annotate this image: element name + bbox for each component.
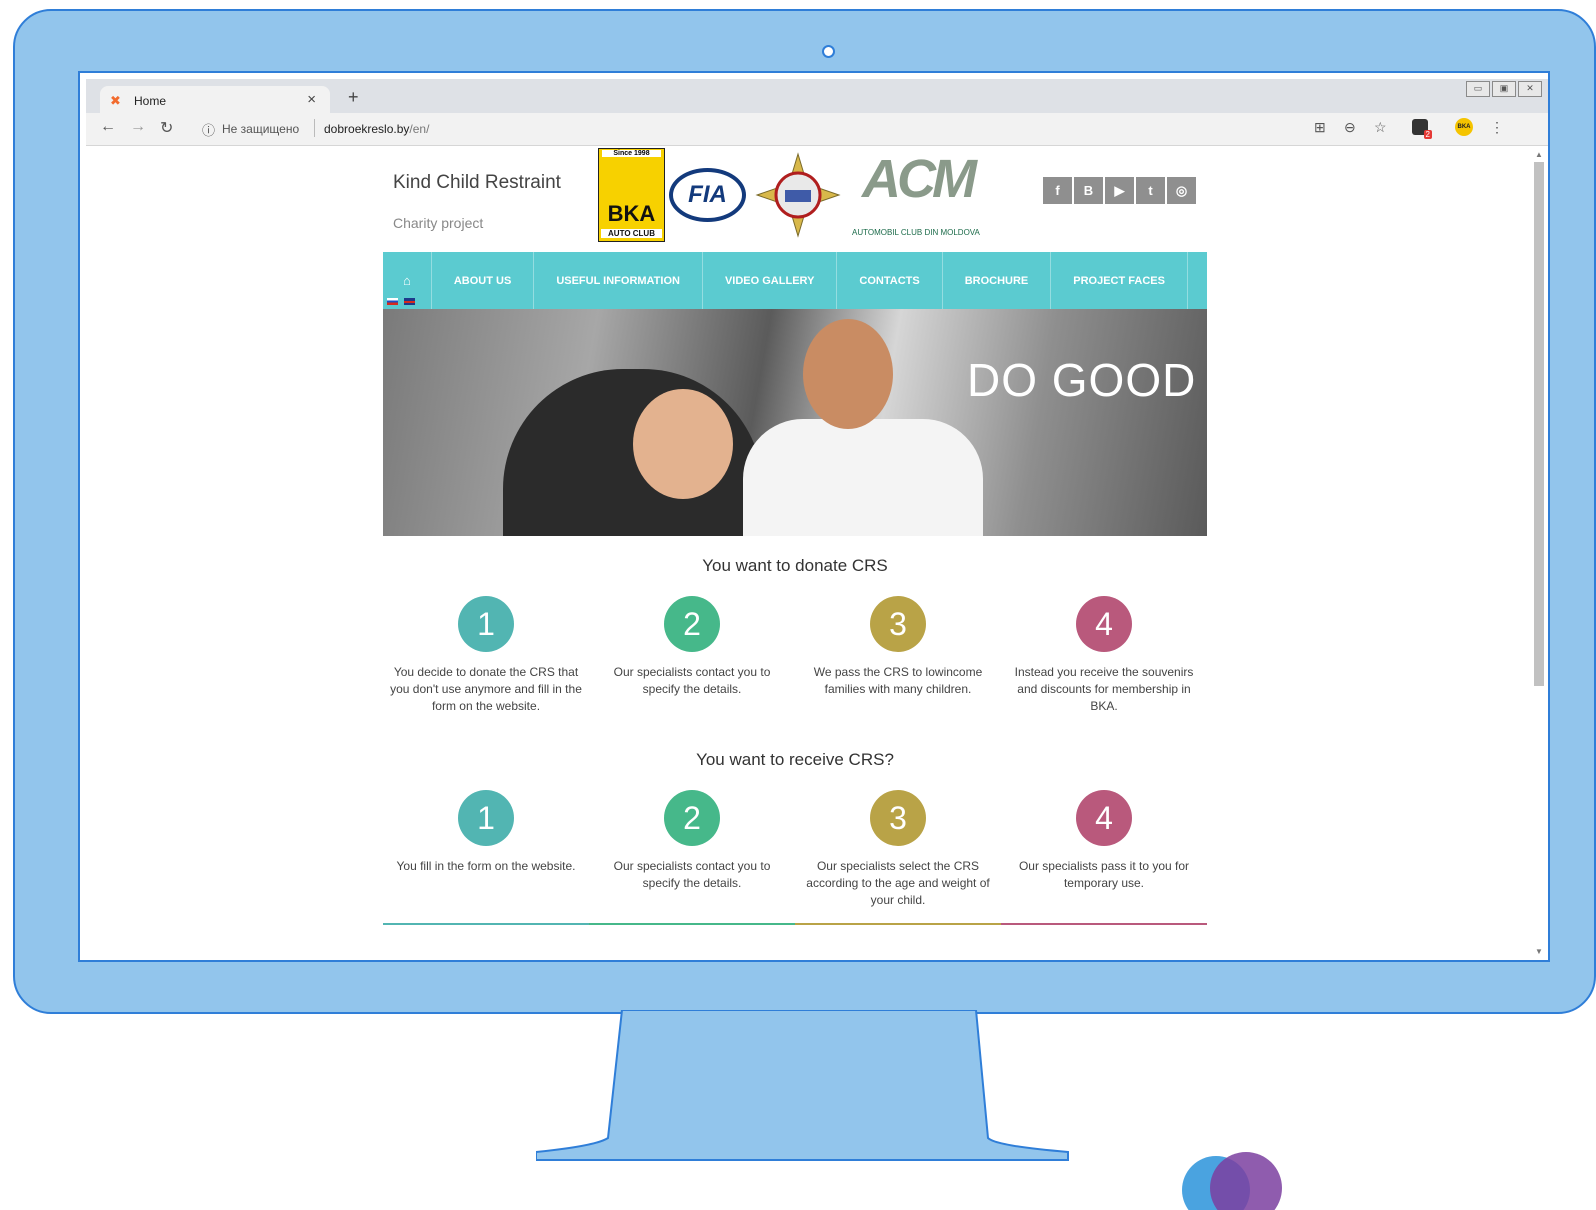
step-text: You fill in the form on the website. [396,859,576,873]
menu-brochure[interactable]: BROCHURE [943,252,1052,309]
hero-mother [803,319,893,429]
step-number: 1 [458,790,514,846]
donate-step: 2 Our specialists contact you to specify… [589,596,795,698]
step-number: 4 [1076,596,1132,652]
step-text: Our specialists contact you to specify t… [613,859,771,890]
step-number: 2 [664,596,720,652]
translate-icon[interactable]: ⊞ [1314,119,1326,136]
menu-kebab-icon[interactable]: ⋮ [1490,119,1504,136]
hero-child [633,389,733,499]
main-menu: ⌂ ABOUT US USEFUL INFORMATION VIDEO GALL… [383,252,1207,309]
tab-home[interactable]: ✖ Home × [100,86,330,113]
minimize-icon[interactable]: ▭ [1466,81,1490,97]
donate-title: You want to donate CRS [702,556,888,575]
url-text[interactable]: dobroekreslo.by/en/ [324,122,429,136]
tab-strip: ✖ Home × + ▭ ▣ ✕ [86,79,1548,113]
browser-window: ✖ Home × + ▭ ▣ ✕ ← → ↻ ⓘ Не защищено dob… [78,71,1550,962]
scroll-down-icon[interactable]: ▼ [1535,947,1543,956]
colored-divider [383,923,1207,925]
decorative-logo-icon [1182,1152,1282,1210]
site-tagline: Charity project [393,215,484,231]
menu-project-faces[interactable]: PROJECT FACES [1051,252,1188,309]
scrollbar-thumb[interactable] [1534,162,1544,686]
window-controls: ▭ ▣ ✕ [1466,81,1542,97]
webcam-dot [822,45,835,58]
site-brand[interactable]: Kind Child Restraint [393,172,561,194]
bka-sub: AUTO CLUB [601,229,662,238]
info-icon[interactable]: ⓘ [202,120,215,139]
step-number: 1 [458,596,514,652]
url-path: /en/ [409,122,430,136]
flag-uk-icon[interactable] [404,298,415,305]
language-flags [387,298,415,305]
menu-contacts[interactable]: CONTACTS [837,252,943,309]
bka-name: BKA [607,201,656,226]
receive-step: 3 Our specialists select the CRS accordi… [795,790,1001,909]
extension-icon[interactable]: 2 [1412,119,1432,139]
close-window-icon[interactable]: ✕ [1518,81,1542,97]
receive-title: You want to receive CRS? [696,750,894,769]
receive-step: 1 You fill in the form on the website. [383,790,589,875]
flag-ru-icon[interactable] [387,298,398,305]
step-text: Our specialists select the CRS according… [806,859,990,907]
vk-icon[interactable]: B [1074,177,1103,204]
reload-icon[interactable]: ↻ [160,118,173,138]
step-number: 4 [1076,790,1132,846]
menu-video-gallery[interactable]: VIDEO GALLERY [703,252,838,309]
youtube-icon[interactable]: ▶ [1105,177,1134,204]
url-domain: dobroekreslo.by [324,122,410,136]
step-text: Our specialists pass it to you for tempo… [1018,859,1190,890]
security-label: Не защищено [222,122,300,136]
emblem-logo-icon[interactable] [755,152,841,238]
social-links: f B ▶ t ◎ [1043,177,1196,204]
bka-since: Since 1998 [602,150,661,157]
extension-badge-count: 2 [1423,130,1432,139]
menu-useful-information[interactable]: USEFUL INFORMATION [534,252,703,309]
website: Kind Child Restraint Charity project Sin… [383,146,1207,960]
instagram-icon[interactable]: ◎ [1167,177,1196,204]
bookmark-star-icon[interactable]: ☆ [1374,119,1387,136]
hero-banner: DO GOOD [383,309,1207,536]
facebook-icon[interactable]: f [1043,177,1072,204]
fia-logo[interactable]: FIA [669,168,746,222]
address-separator [314,119,315,137]
step-text: Instead you receive the souvenirs and di… [1014,665,1194,713]
twitter-icon[interactable]: t [1136,177,1165,204]
bka-logo[interactable]: Since 1998 BKA AUTO CLUB [598,148,665,242]
bka-extension-icon[interactable]: BKA [1455,118,1473,136]
receive-step: 2 Our specialists contact you to specify… [589,790,795,892]
hero-mother-shirt [743,419,983,536]
hero-headline: DO GOOD [967,354,1197,406]
scroll-up-icon[interactable]: ▲ [1535,150,1543,159]
tab-title: Home [134,94,167,108]
browser-toolbar: ← → ↻ ⓘ Не защищено dobroekreslo.by/en/ … [86,113,1548,146]
acm-logo[interactable]: ACM AUTOMOBIL CLUB DIN MOLDOVA [852,148,980,242]
forward-icon[interactable]: → [130,118,146,136]
monitor-stand [536,1010,1069,1161]
partner-logos: Since 1998 BKA AUTO CLUB FIA ACM AUTOMOB… [598,148,980,244]
step-text: You decide to donate the CRS that you do… [390,665,582,713]
joomla-favicon-icon: ✖ [110,93,121,108]
step-number: 3 [870,596,926,652]
acm-mark: ACM [862,149,977,209]
acm-sub: AUTOMOBIL CLUB DIN MOLDOVA [852,228,980,237]
back-icon[interactable]: ← [100,118,116,136]
donate-step: 1 You decide to donate the CRS that you … [383,596,589,715]
address-bar[interactable]: ⓘ Не защищено dobroekreslo.by/en/ [196,117,1326,141]
receive-step: 4 Our specialists pass it to you for tem… [1001,790,1207,892]
donate-step: 3 We pass the CRS to lowincome families … [795,596,1001,698]
scrollbar[interactable]: ▲ ▼ [1532,150,1546,956]
new-tab-icon[interactable]: + [348,87,359,108]
zoom-icon[interactable]: ⊖ [1344,119,1356,136]
donate-step: 4 Instead you receive the souvenirs and … [1001,596,1207,715]
menu-about-us[interactable]: ABOUT US [432,252,535,309]
tab-close-icon[interactable]: × [307,91,316,108]
step-number: 2 [664,790,720,846]
page-viewport: ▲ ▼ Kind Child Restraint Charity project… [86,146,1548,960]
step-number: 3 [870,790,926,846]
maximize-icon[interactable]: ▣ [1492,81,1516,97]
step-text: Our specialists contact you to specify t… [613,665,771,696]
step-text: We pass the CRS to lowincome families wi… [813,665,983,696]
